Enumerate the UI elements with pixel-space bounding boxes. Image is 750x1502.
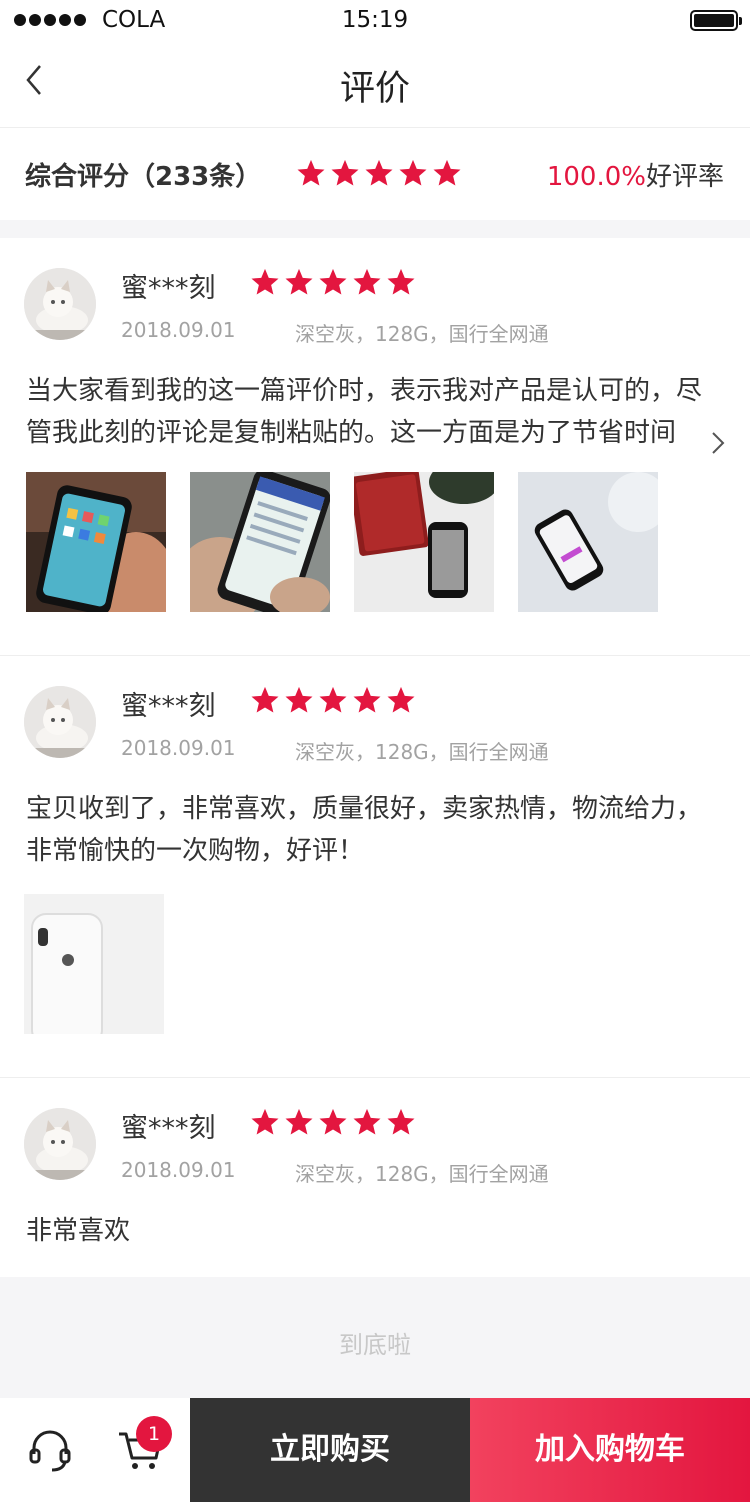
review-photos <box>26 472 658 612</box>
star-icon <box>250 267 280 297</box>
star-icon <box>250 1107 280 1137</box>
end-of-list-text: 到底啦 <box>339 1331 411 1359</box>
star-icon <box>296 158 326 188</box>
reviewer-name: 蜜***刻 <box>121 691 216 722</box>
status-bar: COLA 15:19 <box>0 0 750 40</box>
star-icon <box>330 158 360 188</box>
review-text: 宝贝收到了，非常喜欢，质量很好，卖家热情，物流给力，非常愉快的一次购物，好评！ <box>26 794 703 866</box>
list-end: 到底啦 <box>0 1277 750 1399</box>
battery-icon <box>690 10 742 31</box>
star-icon <box>432 158 462 188</box>
reviewer-name: 蜜***刻 <box>121 273 216 304</box>
review-photos <box>24 894 164 1034</box>
star-icon <box>386 1107 416 1137</box>
bottom-action-bar: 1 立即购买 加入购物车 <box>0 1398 750 1502</box>
star-icon <box>352 685 382 715</box>
review-date: 2018.09.01 <box>121 318 236 342</box>
add-to-cart-button[interactable]: 加入购物车 <box>470 1398 750 1502</box>
star-icon <box>364 158 394 188</box>
cart-count-badge: 1 <box>136 1416 172 1452</box>
reviewer-name: 蜜***刻 <box>121 1113 216 1144</box>
avatar <box>24 268 96 340</box>
headset-icon <box>29 1430 71 1472</box>
review-stars <box>250 685 416 715</box>
review-photo[interactable] <box>24 894 164 1034</box>
star-icon <box>284 1107 314 1137</box>
customer-service-button[interactable] <box>26 1426 74 1474</box>
star-icon <box>284 267 314 297</box>
star-icon <box>352 1107 382 1137</box>
avatar <box>24 1108 96 1180</box>
review-sku: 深空灰，128G，国行全网通 <box>295 1162 549 1186</box>
summary-stars <box>296 158 462 188</box>
positive-rate: 100.0%好评率 <box>547 156 724 193</box>
status-time: 15:19 <box>341 7 409 33</box>
star-icon <box>318 1107 348 1137</box>
expand-review-button[interactable] <box>708 428 728 458</box>
review-photo[interactable] <box>354 472 494 612</box>
star-icon <box>386 685 416 715</box>
review-text: 非常喜欢 <box>26 1216 131 1246</box>
review-date: 2018.09.01 <box>121 1158 236 1182</box>
positive-rate-percent: 100.0% <box>546 162 646 192</box>
star-icon <box>284 685 314 715</box>
star-icon <box>318 685 348 715</box>
rating-summary: 综合评分（233条） 100.0%好评率 <box>0 128 750 220</box>
review-item: 蜜***刻 2018.09.01 深空灰，128G，国行全网通 当大家看到我的这… <box>0 238 750 656</box>
review-text: 当大家看到我的这一篇评价时，表示我对产品是认可的，尽管我此刻的评论是复制粘贴的。… <box>26 376 703 448</box>
star-icon <box>318 267 348 297</box>
chevron-right-icon <box>712 432 725 454</box>
review-sku: 深空灰，128G，国行全网通 <box>295 740 549 764</box>
review-photo[interactable] <box>190 472 330 612</box>
star-icon <box>250 685 280 715</box>
review-sku: 深空灰，128G，国行全网通 <box>295 322 549 346</box>
avatar <box>24 686 96 758</box>
star-icon <box>352 267 382 297</box>
review-stars <box>250 1107 416 1137</box>
review-item: 蜜***刻 2018.09.01 深空灰，128G，国行全网通 宝贝收到了，非常… <box>0 656 750 1078</box>
review-photo[interactable] <box>518 472 658 612</box>
nav-bar: 评价 <box>0 40 750 128</box>
star-icon <box>398 158 428 188</box>
section-divider <box>0 220 750 238</box>
positive-rate-label: 好评率 <box>645 162 724 192</box>
review-photo[interactable] <box>26 472 166 612</box>
summary-label: 综合评分（233条） <box>25 162 262 192</box>
buy-now-button[interactable]: 立即购买 <box>190 1398 470 1502</box>
review-stars <box>250 267 416 297</box>
page-title: 评价 <box>339 69 410 109</box>
star-icon <box>386 267 416 297</box>
review-date: 2018.09.01 <box>121 736 236 760</box>
review-item: 蜜***刻 2018.09.01 深空灰，128G，国行全网通 非常喜欢 <box>0 1078 750 1277</box>
